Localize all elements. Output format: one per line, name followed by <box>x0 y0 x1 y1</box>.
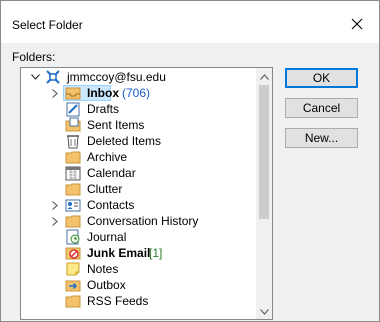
calendar-icon <box>65 165 81 181</box>
close-icon <box>351 18 363 33</box>
title-bar: Select Folder <box>1 1 379 43</box>
expand-chevron-icon[interactable] <box>50 216 60 226</box>
select-folder-dialog: Select Folder Folders: jmmccoy@fsu.edu I… <box>0 0 380 322</box>
expand-chevron-icon[interactable] <box>50 88 60 98</box>
collapse-chevron-icon[interactable] <box>30 72 40 82</box>
tree-item-junk-email[interactable]: Junk Email [1] <box>21 245 256 261</box>
inbox-unread-count: (706) <box>122 86 151 100</box>
clutter-label: Clutter <box>87 182 123 196</box>
tree-item-drafts[interactable]: Drafts <box>21 101 256 117</box>
notes-label: Notes <box>87 262 119 276</box>
folder-icon <box>65 293 81 309</box>
chevron-up-icon <box>259 69 269 83</box>
dialog-title: Select Folder <box>12 18 83 32</box>
folder-icon <box>65 213 81 229</box>
cancel-button[interactable]: Cancel <box>285 98 358 118</box>
tree-item-conversation-history[interactable]: Conversation History <box>21 213 256 229</box>
drafts-label: Drafts <box>87 102 120 116</box>
rss-feeds-label: RSS Feeds <box>87 294 149 308</box>
folder-tree[interactable]: jmmccoy@fsu.edu Inbox (706) Drafts Sent … <box>20 67 273 320</box>
archive-label: Archive <box>87 150 128 164</box>
junk-email-icon <box>65 245 81 261</box>
outbox-icon <box>65 277 81 293</box>
exchange-account-icon <box>45 69 61 85</box>
tree-item-journal[interactable]: Journal <box>21 229 256 245</box>
new-folder-button[interactable]: New... <box>285 128 358 148</box>
journal-icon <box>65 229 81 245</box>
tree-item-outbox[interactable]: Outbox <box>21 277 256 293</box>
notes-icon <box>65 261 81 277</box>
sent-items-label: Sent Items <box>87 118 145 132</box>
contacts-icon <box>65 197 81 213</box>
tree-item-archive[interactable]: Archive <box>21 149 256 165</box>
scroll-up-button[interactable] <box>256 68 272 84</box>
chevron-down-icon <box>259 304 269 318</box>
inbox-icon <box>65 85 81 101</box>
folders-label: Folders: <box>12 50 56 64</box>
tree-item-sent-items[interactable]: Sent Items <box>21 117 256 133</box>
sent-items-icon <box>65 117 81 133</box>
journal-label: Journal <box>87 230 127 244</box>
folder-icon <box>65 149 81 165</box>
tree-item-inbox[interactable]: Inbox (706) <box>21 85 256 101</box>
account-label: jmmccoy@fsu.edu <box>67 70 166 84</box>
tree-item-deleted-items[interactable]: Deleted Items <box>21 133 256 149</box>
ok-button[interactable]: OK <box>285 68 358 88</box>
junk-email-unread-count: [1] <box>149 246 163 260</box>
deleted-items-label: Deleted Items <box>87 134 162 148</box>
tree-item-rss-feeds[interactable]: RSS Feeds <box>21 293 256 309</box>
deleted-items-icon <box>65 133 81 149</box>
tree-item-notes[interactable]: Notes <box>21 261 256 277</box>
scrollbar-thumb[interactable] <box>259 85 269 219</box>
tree-item-calendar[interactable]: Calendar <box>21 165 256 181</box>
vertical-scrollbar[interactable] <box>256 68 272 319</box>
calendar-label: Calendar <box>87 166 136 180</box>
tree-item-clutter[interactable]: Clutter <box>21 181 256 197</box>
outbox-label: Outbox <box>87 278 126 292</box>
tree-item-contacts[interactable]: Contacts <box>21 197 256 213</box>
contacts-label: Contacts <box>87 198 135 212</box>
close-button[interactable] <box>342 12 372 38</box>
expand-chevron-icon[interactable] <box>50 200 60 210</box>
tree-row-account[interactable]: jmmccoy@fsu.edu <box>21 69 256 85</box>
inbox-label: Inbox <box>87 86 119 100</box>
scroll-down-button[interactable] <box>256 303 272 319</box>
conversation-history-label: Conversation History <box>87 214 199 228</box>
drafts-icon <box>65 101 81 117</box>
dialog-client-area: Folders: jmmccoy@fsu.edu Inbox (706) Dra… <box>1 43 379 321</box>
junk-email-label: Junk Email <box>87 246 151 260</box>
folder-icon <box>65 181 81 197</box>
